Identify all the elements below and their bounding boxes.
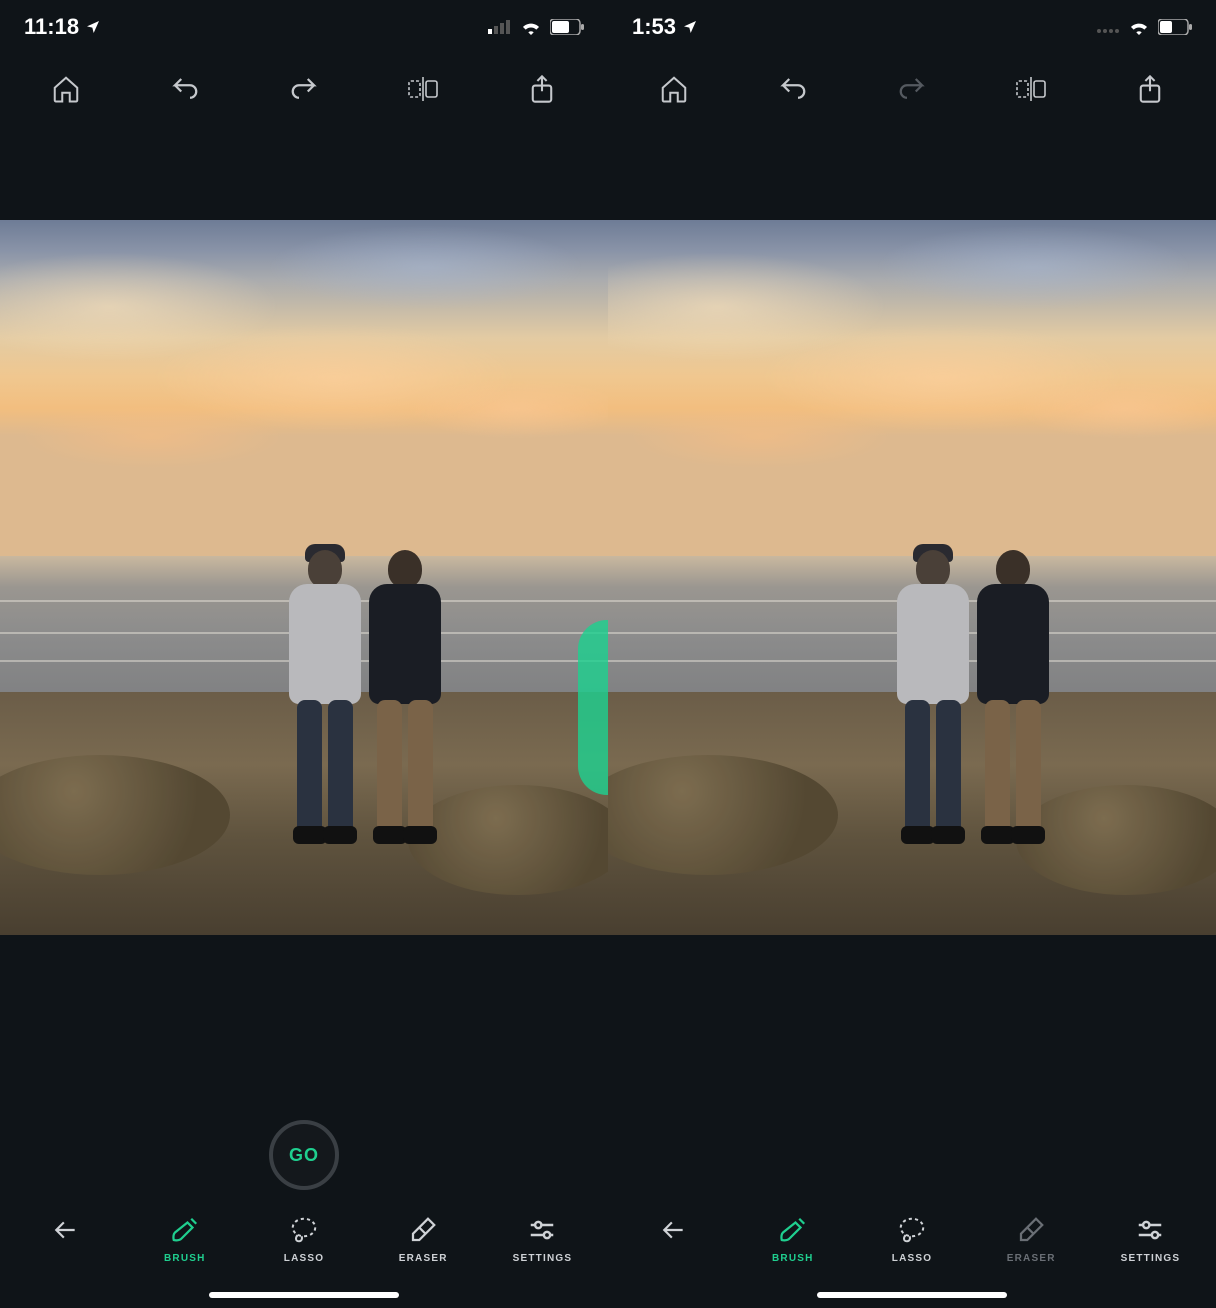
cellular-icon (1096, 20, 1120, 34)
eraser-icon (408, 1215, 438, 1245)
status-time: 11:18 (24, 14, 79, 40)
tool-lasso-label: LASSO (284, 1253, 324, 1264)
wifi-icon (1128, 19, 1150, 35)
tool-brush[interactable]: BRUSH (733, 1215, 852, 1264)
canvas-area[interactable] (608, 124, 1216, 1112)
lasso-icon (289, 1215, 319, 1245)
tool-eraser[interactable]: ERASER (364, 1215, 483, 1264)
home-indicator[interactable] (817, 1292, 1007, 1298)
screen-right: 1:53 (608, 0, 1216, 1308)
photo-person-2 (968, 544, 1058, 864)
tool-settings[interactable]: SETTINGS (1091, 1215, 1210, 1264)
brush-icon (778, 1215, 808, 1245)
undo-button[interactable] (155, 69, 215, 109)
back-button[interactable]: . (614, 1217, 733, 1262)
go-button[interactable]: GO (269, 1120, 339, 1190)
tool-settings[interactable]: SETTINGS (483, 1215, 602, 1264)
tool-lasso[interactable]: LASSO (244, 1215, 363, 1264)
share-button[interactable] (512, 69, 572, 109)
brush-icon (170, 1215, 200, 1245)
photo-person-1 (280, 544, 370, 864)
tool-brush-label: BRUSH (164, 1253, 206, 1264)
tool-lasso-label: LASSO (892, 1253, 932, 1264)
battery-icon (1158, 19, 1192, 35)
top-toolbar (0, 54, 608, 124)
photo-person-1 (888, 544, 978, 864)
settings-icon (527, 1215, 557, 1245)
tool-eraser-label: ERASER (1007, 1253, 1056, 1264)
compare-button[interactable] (1001, 69, 1061, 109)
action-row: GO (0, 1112, 608, 1198)
tool-settings-label: SETTINGS (1121, 1253, 1181, 1264)
tool-settings-label: SETTINGS (513, 1253, 573, 1264)
lasso-icon (897, 1215, 927, 1245)
photo[interactable] (0, 220, 608, 935)
tool-eraser-label: ERASER (399, 1253, 448, 1264)
redo-button[interactable] (274, 69, 334, 109)
top-toolbar (608, 54, 1216, 124)
undo-button[interactable] (763, 69, 823, 109)
back-button[interactable]: . (6, 1217, 125, 1262)
photo[interactable] (608, 220, 1216, 935)
status-bar: 11:18 (0, 0, 608, 54)
location-icon (85, 19, 101, 35)
location-icon (682, 19, 698, 35)
brush-stroke[interactable] (578, 620, 608, 795)
tool-lasso[interactable]: LASSO (852, 1215, 971, 1264)
photo-person-2 (360, 544, 450, 864)
go-button-label: GO (289, 1145, 319, 1166)
battery-icon (550, 19, 584, 35)
home-button[interactable] (36, 69, 96, 109)
settings-icon (1135, 1215, 1165, 1245)
tool-brush-label: BRUSH (772, 1253, 814, 1264)
home-button[interactable] (644, 69, 704, 109)
wifi-icon (520, 19, 542, 35)
home-indicator[interactable] (209, 1292, 399, 1298)
share-button[interactable] (1120, 69, 1180, 109)
eraser-icon (1016, 1215, 1046, 1245)
screen-left: 11:18 (0, 0, 608, 1308)
tool-brush[interactable]: BRUSH (125, 1215, 244, 1264)
status-bar: 1:53 (608, 0, 1216, 54)
compare-button[interactable] (393, 69, 453, 109)
cellular-icon (488, 20, 512, 34)
redo-button (882, 69, 942, 109)
tool-eraser[interactable]: ERASER (972, 1215, 1091, 1264)
status-time: 1:53 (632, 14, 676, 40)
canvas-area[interactable] (0, 124, 608, 1112)
